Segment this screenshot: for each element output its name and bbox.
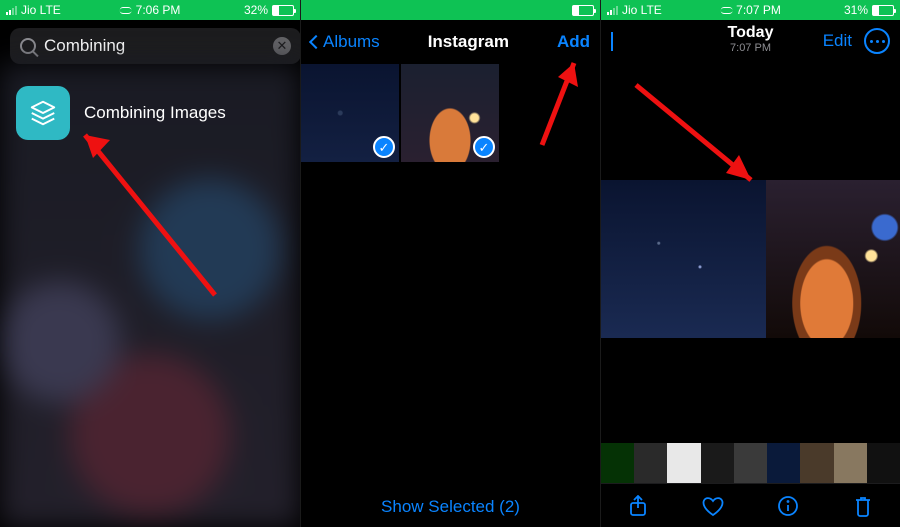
- nav-bar: Today 7:07 PM Edit: [601, 20, 900, 64]
- search-field-container: ✕: [10, 28, 300, 64]
- more-icon[interactable]: [864, 28, 890, 54]
- info-icon[interactable]: [776, 494, 800, 518]
- thumbnail-item[interactable]: ✓: [401, 64, 499, 162]
- back-button[interactable]: [611, 32, 613, 50]
- status-bar: [301, 0, 600, 20]
- share-icon[interactable]: [626, 494, 650, 518]
- clock-label: 7:07 PM: [736, 3, 781, 17]
- chevron-left-icon: [611, 32, 613, 51]
- screen-photo-view: Jio LTE 7:07 PM 31% Today 7:07 PM Edit: [600, 0, 900, 527]
- status-bar: Jio LTE 7:06 PM 32%: [0, 0, 300, 20]
- thumbnail-strip[interactable]: [601, 443, 900, 483]
- page-subtitle: 7:07 PM: [728, 42, 774, 54]
- thumbnail-item[interactable]: ✓: [301, 64, 399, 162]
- signal-icon: [6, 6, 17, 15]
- carrier-label: Jio LTE: [622, 3, 662, 17]
- battery-icon: [272, 5, 294, 16]
- photo-right-half: [766, 180, 900, 338]
- screen-album-select: Albums Instagram Add ✓ ✓ Show Selected (…: [300, 0, 600, 527]
- search-icon: [20, 38, 36, 54]
- battery-icon: [572, 5, 594, 16]
- heart-icon[interactable]: [701, 494, 725, 518]
- search-result-label: Combining Images: [84, 103, 226, 123]
- checkmark-icon: ✓: [473, 136, 495, 158]
- app-icon-combining-images: [16, 86, 70, 140]
- edit-button[interactable]: Edit: [823, 31, 852, 51]
- nav-bar: Albums Instagram Add: [301, 20, 600, 64]
- photo-left-half: [601, 180, 766, 338]
- hotspot-icon: [720, 7, 732, 14]
- back-button[interactable]: Albums: [311, 32, 380, 52]
- show-selected-button[interactable]: Show Selected (2): [301, 497, 600, 517]
- hotspot-icon: [120, 7, 132, 14]
- screen-search: Jio LTE 7:06 PM 32% ✕ Cancel: [0, 0, 300, 527]
- carrier-label: Jio LTE: [21, 3, 61, 17]
- page-title: Today: [728, 24, 774, 42]
- battery-pct: 32%: [244, 3, 268, 17]
- trash-icon[interactable]: [851, 494, 875, 518]
- back-label: Albums: [323, 32, 380, 52]
- signal-icon: [607, 6, 618, 15]
- add-button[interactable]: Add: [557, 32, 590, 52]
- search-result-row[interactable]: Combining Images: [0, 72, 300, 154]
- page-title: Instagram: [428, 32, 509, 52]
- combined-photo[interactable]: [601, 180, 900, 338]
- checkmark-icon: ✓: [373, 136, 395, 158]
- battery-icon: [872, 5, 894, 16]
- chevron-left-icon: [309, 35, 323, 49]
- thumbnail-grid: ✓ ✓: [301, 64, 600, 162]
- status-bar: Jio LTE 7:07 PM 31%: [601, 0, 900, 20]
- clear-icon[interactable]: ✕: [273, 37, 291, 55]
- bottom-toolbar: [601, 483, 900, 527]
- clock-label: 7:06 PM: [136, 3, 181, 17]
- battery-pct: 31%: [844, 3, 868, 17]
- search-input[interactable]: [44, 36, 265, 56]
